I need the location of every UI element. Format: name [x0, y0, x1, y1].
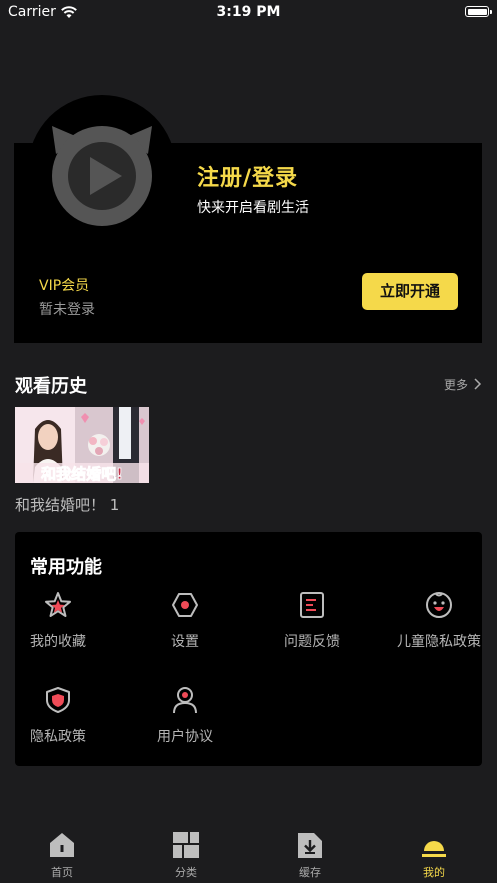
function-label: 我的收藏: [30, 634, 86, 650]
history-section-title: 观看历史: [15, 376, 87, 397]
feedback-document-icon: [300, 592, 324, 618]
function-label: 问题反馈: [284, 634, 340, 650]
category-grid-icon: [173, 832, 199, 858]
poster-title: 和我结婚吧!: [41, 465, 123, 483]
function-favorites[interactable]: 我的收藏: [0, 591, 118, 651]
history-item-thumbnail[interactable]: 和我结婚吧!: [15, 407, 149, 483]
home-icon: [50, 833, 74, 857]
function-label: 儿童隐私政策: [397, 634, 481, 650]
chevron-right-icon[interactable]: [473, 378, 482, 390]
vip-label: VIP会员: [39, 278, 90, 294]
function-label: 设置: [171, 634, 199, 650]
tab-profile[interactable]: 我的: [404, 831, 464, 880]
child-face-icon: [426, 592, 452, 618]
function-feedback[interactable]: 问题反馈: [252, 591, 372, 651]
status-bar: Carrier 3:19 PM: [0, 0, 497, 26]
settings-hexagon-icon: [172, 593, 198, 617]
history-more-link[interactable]: 更多: [444, 376, 468, 393]
tab-label: 首页: [51, 866, 73, 879]
login-register-title[interactable]: 注册/登录: [197, 160, 298, 192]
user-icon: [173, 687, 197, 714]
open-vip-button[interactable]: 立即开通: [362, 273, 458, 310]
functions-section-title: 常用功能: [30, 557, 102, 578]
profile-icon: [422, 841, 446, 857]
shield-icon: [46, 687, 70, 713]
login-subtitle: 快来开启看剧生活: [197, 200, 309, 216]
download-folder-icon: [298, 833, 322, 858]
default-avatar-icon[interactable]: [46, 118, 158, 230]
star-icon: [45, 592, 71, 617]
tab-label: 缓存: [299, 866, 321, 879]
tab-bar: 首页 分类 缓存 我的: [0, 819, 497, 883]
function-settings[interactable]: 设置: [125, 591, 245, 651]
tab-home[interactable]: 首页: [32, 831, 92, 880]
function-user-agreement[interactable]: 用户协议: [125, 686, 245, 746]
function-label: 用户协议: [157, 729, 213, 745]
function-child-privacy[interactable]: 儿童隐私政策: [379, 591, 497, 651]
tab-category[interactable]: 分类: [156, 831, 216, 880]
function-label: 隐私政策: [30, 729, 86, 745]
clock: 3:19 PM: [216, 4, 281, 20]
tab-label: 我的: [423, 866, 445, 879]
vip-status: 暂未登录: [39, 302, 95, 318]
battery-icon: [465, 6, 492, 17]
history-item-caption[interactable]: 和我结婚吧！ 1: [15, 494, 119, 515]
tab-downloads[interactable]: 缓存: [280, 831, 340, 880]
tab-label: 分类: [175, 866, 197, 879]
function-privacy-policy[interactable]: 隐私政策: [0, 686, 118, 746]
